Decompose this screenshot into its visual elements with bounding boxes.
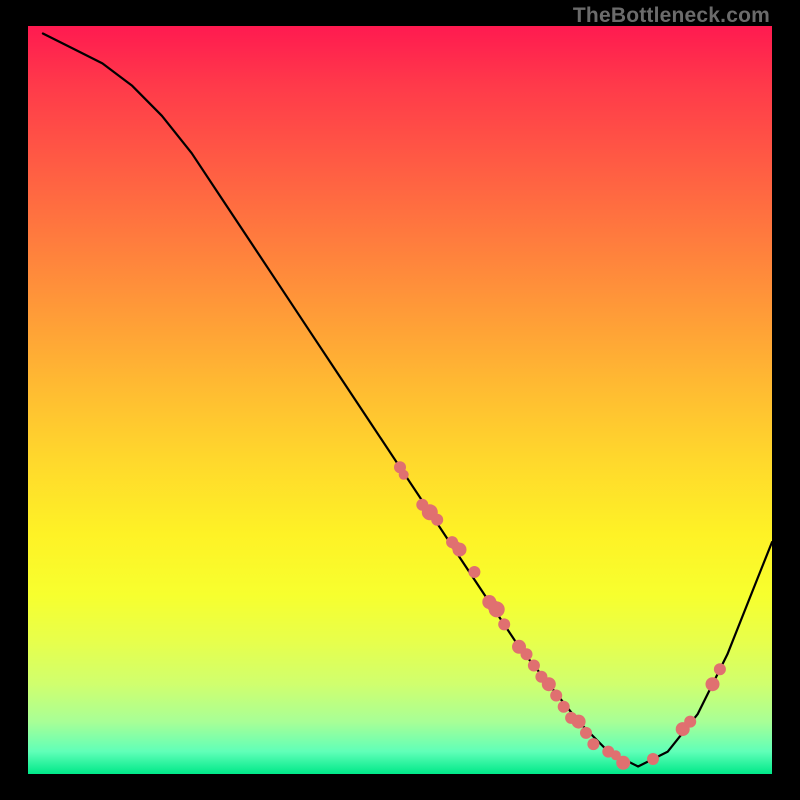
marker-group bbox=[394, 461, 726, 770]
highlight-marker bbox=[542, 677, 556, 691]
highlight-marker bbox=[684, 716, 696, 728]
highlight-marker bbox=[498, 618, 510, 630]
highlight-marker bbox=[587, 738, 599, 750]
highlight-marker bbox=[616, 756, 630, 770]
highlight-marker bbox=[572, 715, 586, 729]
highlight-marker bbox=[468, 566, 480, 578]
highlight-marker bbox=[489, 601, 505, 617]
highlight-marker bbox=[550, 690, 562, 702]
bottleneck-curve bbox=[43, 34, 772, 767]
highlight-marker bbox=[521, 648, 533, 660]
watermark-text: TheBottleneck.com bbox=[573, 4, 770, 28]
highlight-marker bbox=[714, 663, 726, 675]
chart-svg bbox=[28, 26, 772, 774]
chart-area bbox=[28, 26, 772, 774]
highlight-marker bbox=[431, 514, 443, 526]
highlight-marker bbox=[580, 727, 592, 739]
highlight-marker bbox=[558, 701, 570, 713]
highlight-marker bbox=[399, 470, 409, 480]
highlight-marker bbox=[647, 753, 659, 765]
highlight-marker bbox=[453, 543, 467, 557]
highlight-marker bbox=[528, 660, 540, 672]
highlight-marker bbox=[706, 677, 720, 691]
